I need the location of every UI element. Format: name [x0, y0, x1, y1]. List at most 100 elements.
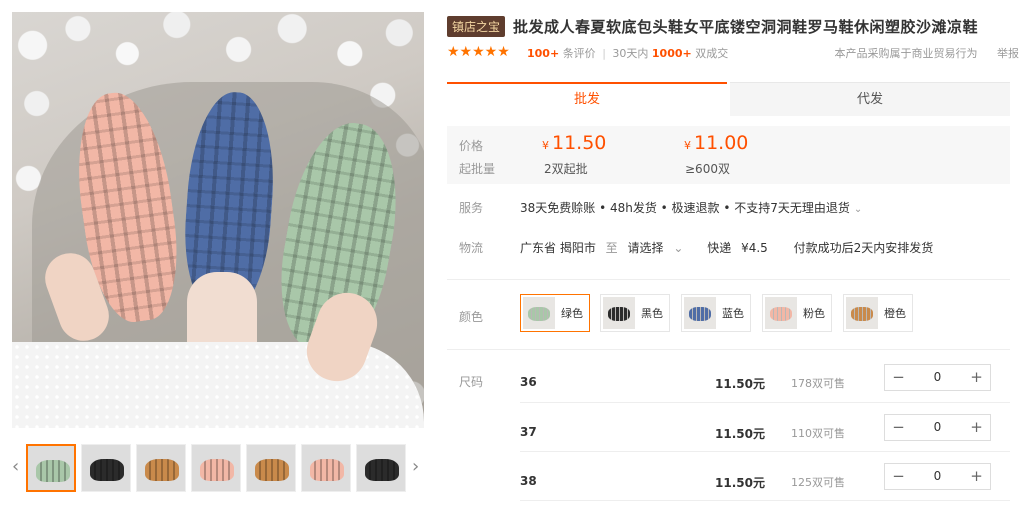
thumbnail-shoe: [365, 459, 399, 481]
thumbnail-6[interactable]: [301, 444, 351, 492]
shipping-fee: ¥4.5: [741, 241, 768, 255]
quantity-input[interactable]: 0: [912, 415, 963, 440]
product-title: 批发成人春夏软底包头鞋女平底镂空洞洞鞋罗马鞋休闲塑胶沙滩凉鞋: [513, 18, 979, 36]
chevron-down-icon: ⌄: [673, 241, 684, 255]
thumbnail-shoe: [145, 459, 179, 481]
color-swatch: [765, 297, 797, 329]
color-name: 橙色: [884, 307, 906, 320]
destination-value: 请选择: [627, 241, 664, 255]
size-price: 11.50元: [715, 476, 765, 490]
size-stock: 125双可售: [791, 476, 845, 489]
thumbnail-5[interactable]: [246, 444, 296, 492]
thumbnail-shoe: [310, 459, 344, 481]
thumbnail-3[interactable]: [136, 444, 186, 492]
moq-label: 起批量: [459, 162, 496, 176]
quantity-stepper: − 0 +: [884, 414, 991, 441]
purchase-mode-tabs: 批发 代发: [447, 82, 1010, 116]
divider: [447, 349, 1010, 350]
quantity-stepper: − 0 +: [884, 463, 991, 490]
reviews-count[interactable]: 100+: [527, 47, 559, 60]
minus-button[interactable]: −: [885, 415, 912, 440]
size-stock: 178双可售: [791, 377, 845, 390]
size-row-37: 37 11.50元 110双可售 − 0 +: [520, 413, 1010, 453]
divider: |: [602, 47, 606, 60]
report-link[interactable]: 举报: [997, 47, 1019, 60]
color-option-black[interactable]: 黑色: [600, 294, 670, 332]
chevron-left-icon[interactable]: ‹: [12, 456, 19, 477]
tier-1-price: ¥11.50: [542, 132, 606, 154]
color-option-orange[interactable]: 橙色: [843, 294, 913, 332]
chevron-down-icon[interactable]: ⌄: [854, 204, 862, 215]
product-meta-row: ★★★★★ 100+ 条评价 | 30天内 1000+ 双成交 本产品采购属于商…: [447, 44, 1020, 61]
logistics-info: 广东省 揭阳市 至 请选择 ⌄ 快递 ¥4.5 付款成功后2天内安排发货: [520, 239, 939, 256]
trade-notice: 本产品采购属于商业贸易行为: [834, 47, 978, 60]
tier-1-qty: 2双起批: [544, 162, 588, 176]
thumbnail-1[interactable]: [26, 444, 76, 492]
size-value: 37: [520, 425, 537, 439]
sales-summary: 100+ 条评价 | 30天内 1000+ 双成交: [527, 45, 728, 61]
divider: [520, 451, 1010, 452]
thumbnail-shoe: [36, 460, 70, 482]
tier-1-price-value: 11.50: [552, 132, 607, 154]
main-product-image[interactable]: [12, 12, 424, 428]
divider: [520, 402, 1010, 403]
color-option-green[interactable]: 绿色: [520, 294, 590, 332]
color-label: 颜色: [459, 310, 484, 324]
thumbnail-shoe: [200, 459, 234, 481]
rating-stars-icon: ★★★★★: [447, 44, 510, 60]
meta-right: 本产品采购属于商业贸易行为 举报: [835, 45, 1020, 61]
price-box: 价格 起批量 ¥11.50 2双起批 ¥11.00 ≥600双: [447, 126, 1010, 184]
plus-button[interactable]: +: [963, 415, 990, 440]
sales-period: 30天内: [612, 47, 649, 60]
ship-time-note: 付款成功后2天内安排发货: [793, 241, 934, 255]
quantity-stepper: − 0 +: [884, 364, 991, 391]
plus-button[interactable]: +: [963, 464, 990, 489]
price-label: 价格: [459, 139, 484, 153]
chevron-right-icon[interactable]: ›: [412, 456, 419, 477]
reviews-label[interactable]: 条评价: [563, 47, 596, 60]
thumbnail-7[interactable]: [356, 444, 406, 492]
logistics-label: 物流: [459, 241, 484, 255]
color-swatch: [846, 297, 878, 329]
shop-treasure-badge: 镇店之宝: [447, 16, 506, 37]
plus-button[interactable]: +: [963, 365, 990, 390]
color-name: 蓝色: [722, 307, 744, 320]
size-label: 尺码: [459, 375, 484, 389]
color-swatch: [523, 297, 555, 329]
thumbnail-4[interactable]: [191, 444, 241, 492]
color-name: 绿色: [561, 307, 583, 320]
ship-origin: 广东省 揭阳市: [520, 241, 596, 255]
tab-dropship[interactable]: 代发: [730, 82, 1010, 116]
tier-2-price-value: 11.00: [694, 132, 749, 154]
divider: [447, 279, 1010, 280]
tier-2-price: ¥11.00: [684, 132, 748, 154]
quantity-input[interactable]: 0: [912, 365, 963, 390]
color-swatch: [684, 297, 716, 329]
tab-wholesale[interactable]: 批发: [447, 82, 727, 116]
size-row-38: 38 11.50元 125双可售 − 0 +: [520, 462, 1010, 502]
color-name: 黑色: [641, 307, 663, 320]
divider: [520, 500, 1010, 501]
service-info[interactable]: 38天免费赊账 • 48h发货 • 极速退款 • 不支持7天无理由退货 ⌄: [520, 199, 862, 216]
thumbnail-shoe: [90, 459, 124, 481]
sales-count: 1000+: [651, 47, 692, 60]
size-stock: 110双可售: [791, 427, 845, 440]
title-row: 镇店之宝 批发成人春夏软底包头鞋女平底镂空洞洞鞋罗马鞋休闲塑胶沙滩凉鞋: [447, 16, 1017, 37]
destination-select[interactable]: 请选择 ⌄: [628, 241, 690, 255]
minus-button[interactable]: −: [885, 464, 912, 489]
color-swatch: [603, 297, 635, 329]
express-label: 快递: [707, 241, 732, 255]
minus-button[interactable]: −: [885, 365, 912, 390]
thumbnail-shoe: [255, 459, 289, 481]
currency-symbol: ¥: [684, 139, 691, 152]
service-text: 38天免费赊账 • 48h发货 • 极速退款 • 不支持7天无理由退货: [520, 201, 850, 215]
ship-to-label: 至: [605, 241, 618, 255]
quantity-input[interactable]: 0: [912, 464, 963, 489]
size-row-36: 36 11.50元 178双可售 − 0 +: [520, 363, 1010, 403]
size-price: 11.50元: [715, 377, 765, 391]
thumbnail-2[interactable]: [81, 444, 131, 492]
sales-label: 双成交: [695, 47, 729, 60]
thumbnail-strip: ‹ ›: [12, 442, 424, 494]
color-option-blue[interactable]: 蓝色: [681, 294, 751, 332]
color-option-pink[interactable]: 粉色: [762, 294, 832, 332]
